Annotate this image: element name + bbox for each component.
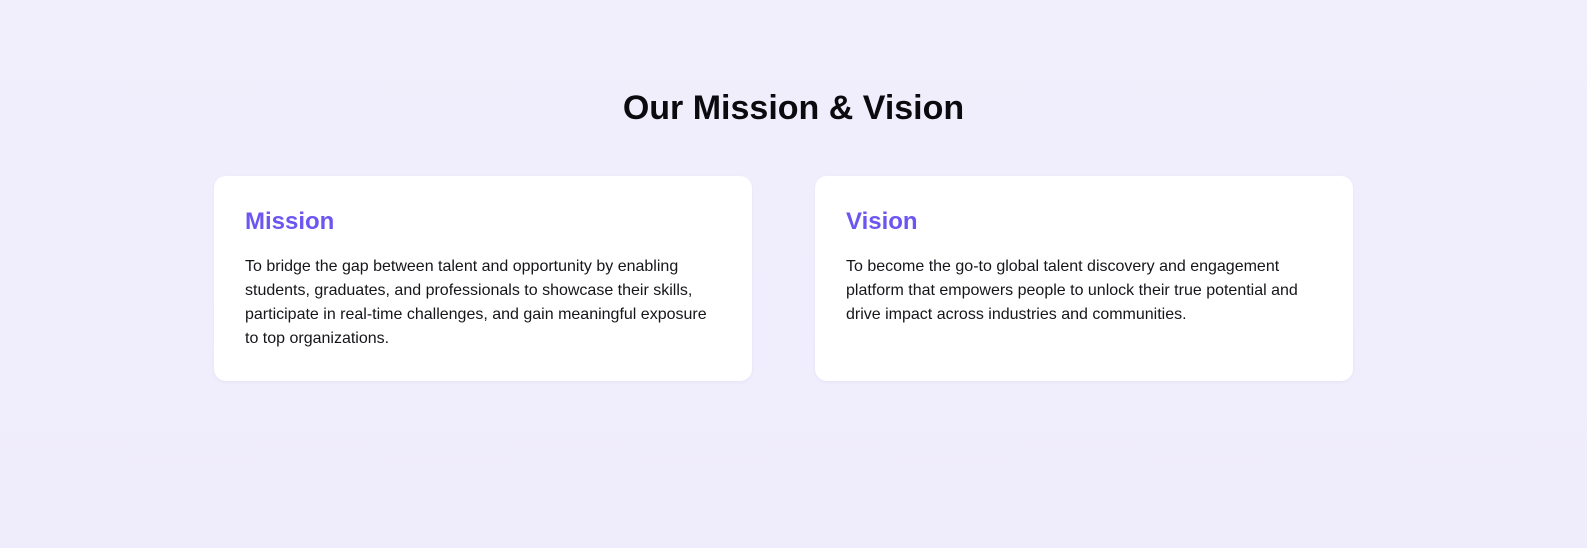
- mission-vision-section: Our Mission & Vision Mission To bridge t…: [0, 0, 1587, 548]
- mission-card-title: Mission: [245, 208, 335, 235]
- vision-card: Vision To become the go-to global talent…: [815, 176, 1353, 381]
- vision-card-text: To become the go-to global talent discov…: [846, 258, 1298, 323]
- mission-card-text: To bridge the gap between talent and opp…: [245, 258, 707, 347]
- mission-card: Mission To bridge the gap between talent…: [214, 176, 752, 381]
- vision-card-title: Vision: [846, 208, 918, 235]
- section-title: Our Mission & Vision: [622, 89, 965, 127]
- cards-container: Mission To bridge the gap between talent…: [214, 176, 1354, 381]
